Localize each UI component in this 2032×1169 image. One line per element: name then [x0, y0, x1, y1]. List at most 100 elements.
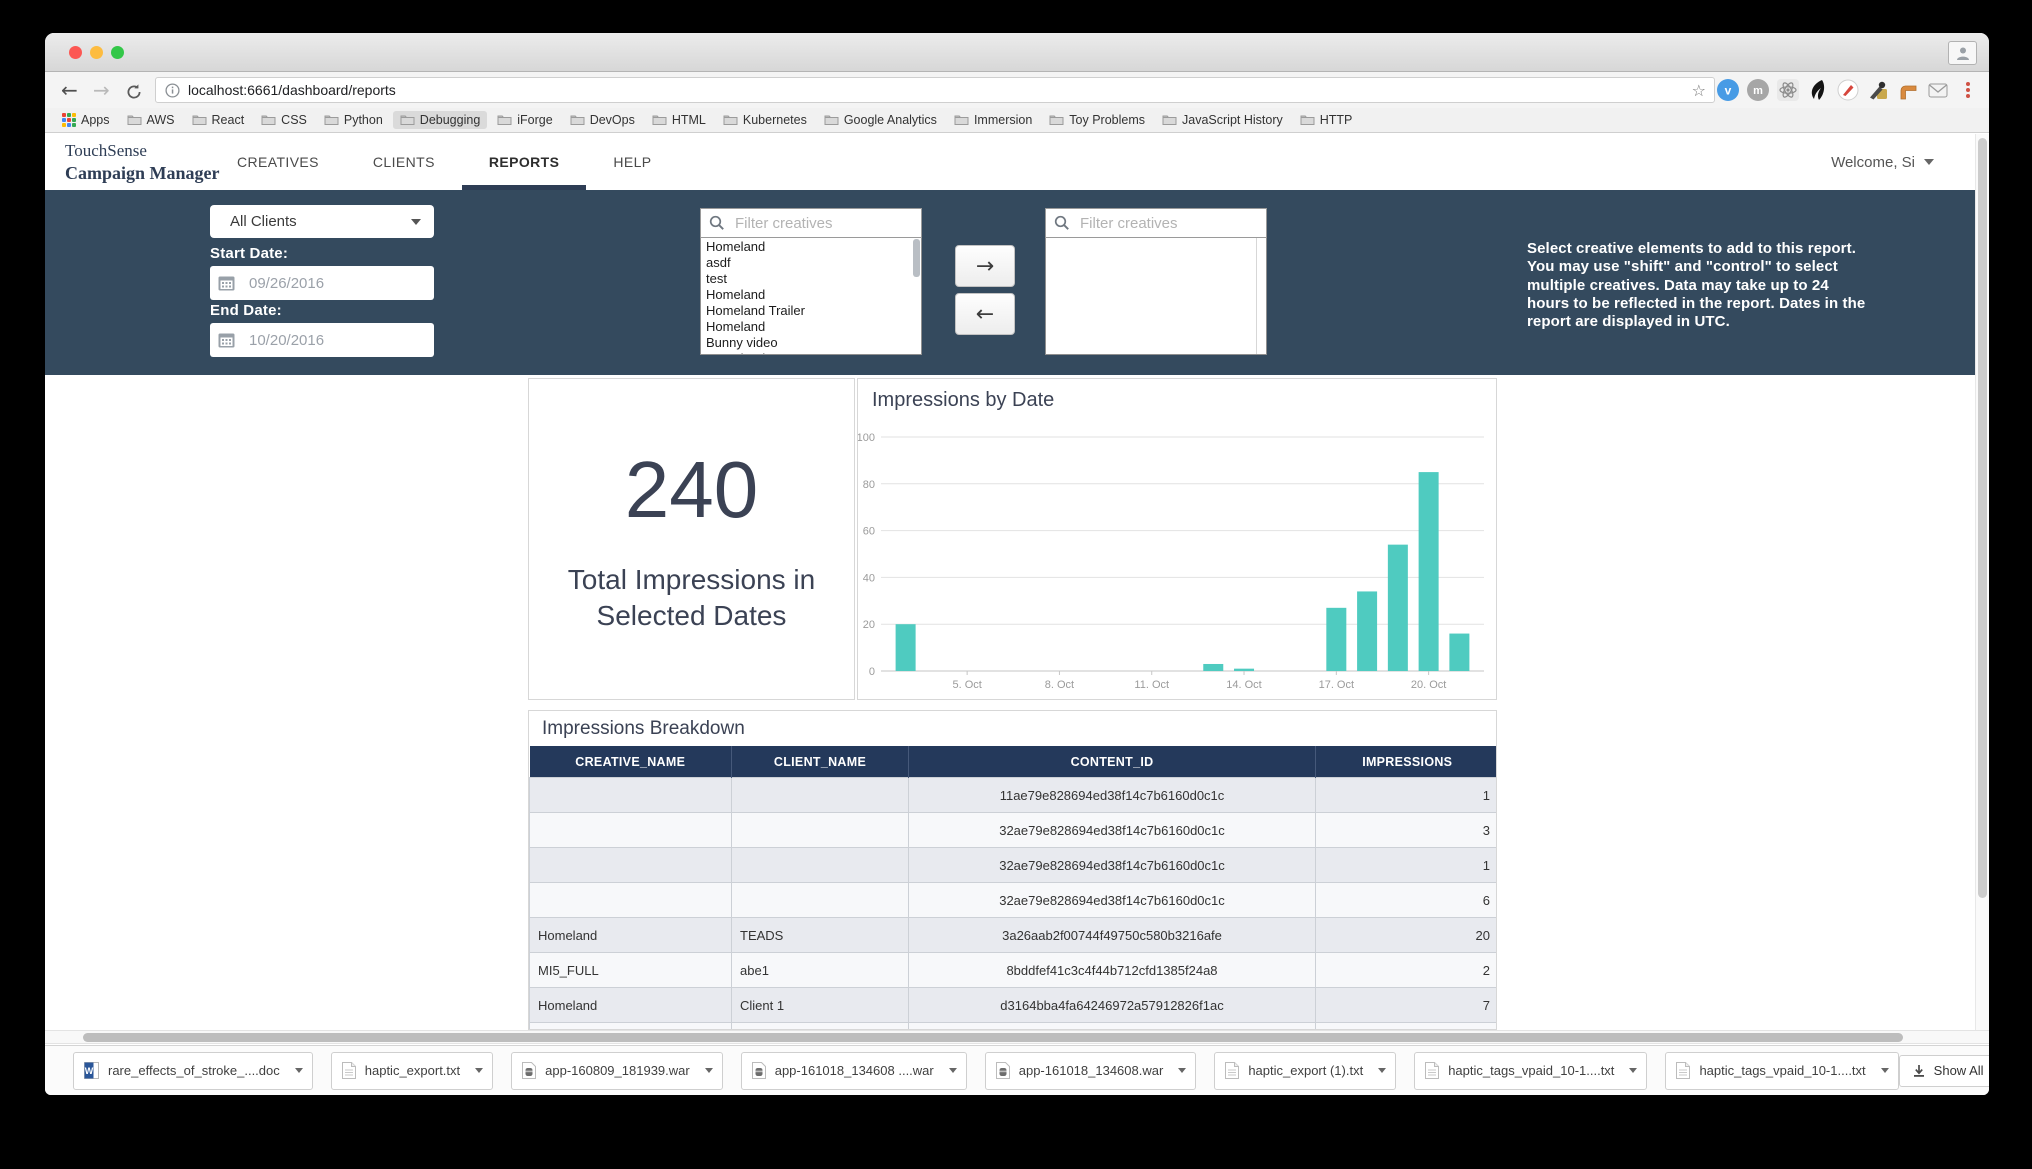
- bookmark-item[interactable]: Apps: [55, 111, 117, 129]
- instructions-text: Select creative elements to add to this …: [1527, 240, 1867, 331]
- claw-extension-icon[interactable]: [1807, 79, 1829, 101]
- bookmark-item[interactable]: CSS: [254, 111, 314, 129]
- minimize-window-button[interactable]: [90, 46, 103, 59]
- site-info-icon[interactable]: [165, 83, 180, 98]
- reload-button[interactable]: [125, 81, 143, 109]
- bookmark-item[interactable]: HTTP: [1293, 111, 1360, 129]
- creative-option[interactable]: Homeland: [701, 287, 921, 303]
- download-menu-caret[interactable]: [1627, 1064, 1639, 1077]
- eyedropper-extension-icon[interactable]: [1867, 79, 1889, 101]
- vimeo-extension-icon[interactable]: v: [1717, 79, 1739, 101]
- tab-help[interactable]: HELP: [586, 134, 678, 190]
- download-item[interactable]: Wrare_effects_of_stroke_....doc: [73, 1052, 313, 1090]
- add-creative-button[interactable]: →: [955, 245, 1015, 287]
- txt-file-icon: [1676, 1062, 1690, 1079]
- bookmark-item[interactable]: Debugging: [393, 111, 487, 129]
- creative-option[interactable]: Homeland: [701, 239, 921, 255]
- creative-option[interactable]: Homeland Trailer: [701, 303, 921, 319]
- vertical-scrollbar-thumb[interactable]: [1978, 138, 1987, 898]
- folder-icon: [1049, 114, 1064, 126]
- folder-icon: [127, 114, 142, 126]
- browser-profile-icon[interactable]: [1948, 41, 1977, 65]
- bookmark-star-icon[interactable]: ☆: [1692, 81, 1706, 100]
- tab-reports[interactable]: REPORTS: [462, 134, 586, 190]
- chart-bar: [1419, 472, 1439, 671]
- color-pen-extension-icon[interactable]: [1837, 79, 1859, 101]
- creative-option[interactable]: Homeland: [701, 351, 921, 355]
- tab-clients[interactable]: CLIENTS: [346, 134, 462, 190]
- download-item[interactable]: app-161018_134608.war: [985, 1052, 1197, 1090]
- download-menu-caret[interactable]: [703, 1064, 715, 1077]
- horizontal-scrollbar-thumb[interactable]: [83, 1033, 1903, 1042]
- forward-button[interactable]: →: [93, 76, 110, 104]
- filter-creatives-input[interactable]: [733, 214, 902, 233]
- filter-bar: All Clients Start Date: 09/26/2016 End D…: [45, 190, 1989, 375]
- chevron-down-icon: [411, 219, 421, 225]
- creative-option[interactable]: Homeland: [701, 319, 921, 335]
- download-menu-caret[interactable]: [1879, 1064, 1891, 1077]
- download-filename: app-161018_134608.war: [1019, 1063, 1164, 1078]
- cell-client-name: [732, 883, 909, 918]
- bookmark-label: React: [212, 113, 245, 127]
- bookmark-item[interactable]: JavaScript History: [1155, 111, 1290, 129]
- cell-content-id: 32ae79e828694ed38f14c7b6160d0c1c: [909, 813, 1316, 848]
- filter-creatives-input[interactable]: [1078, 214, 1247, 233]
- user-menu[interactable]: Welcome, Si: [1831, 134, 1934, 190]
- app-logo[interactable]: TouchSense Campaign Manager: [65, 140, 220, 185]
- download-item[interactable]: app-161018_134608 ....war: [741, 1052, 967, 1090]
- x-axis-tick-label: 5. Oct: [952, 679, 981, 691]
- tab-creatives[interactable]: CREATIVES: [210, 134, 346, 190]
- breakdown-title: Impressions Breakdown: [529, 711, 1496, 746]
- bookmark-item[interactable]: DevOps: [563, 111, 642, 129]
- calendar-icon: [218, 332, 235, 348]
- email-extension-icon[interactable]: [1927, 79, 1949, 101]
- download-menu-caret[interactable]: [473, 1064, 485, 1077]
- client-select[interactable]: All Clients: [210, 205, 434, 238]
- chart-bar: [1234, 669, 1254, 671]
- table-row: 32ae79e828694ed38f14c7b6160d0c1c1: [530, 848, 1498, 883]
- pipe-wrench-extension-icon[interactable]: [1897, 79, 1919, 101]
- creative-option[interactable]: asdf: [701, 255, 921, 271]
- folder-icon: [127, 114, 142, 126]
- download-item[interactable]: haptic_tags_vpaid_10-1....txt: [1414, 1052, 1647, 1090]
- creative-option[interactable]: Bunny video: [701, 335, 921, 351]
- bookmark-item[interactable]: HTML: [645, 111, 713, 129]
- close-window-button[interactable]: [69, 46, 82, 59]
- download-item[interactable]: haptic_tags_vpaid_10-1....txt: [1665, 1052, 1898, 1090]
- vertical-scrollbar[interactable]: [1975, 134, 1989, 1030]
- cell-impressions: [1316, 1023, 1498, 1031]
- bookmark-item[interactable]: Immersion: [947, 111, 1039, 129]
- download-item[interactable]: haptic_export.txt: [331, 1052, 493, 1090]
- react-devtools-extension-icon[interactable]: [1777, 79, 1799, 101]
- bookmark-item[interactable]: Python: [317, 111, 390, 129]
- end-date-input[interactable]: 10/20/2016: [210, 323, 434, 357]
- download-menu-caret[interactable]: [1176, 1064, 1188, 1077]
- bookmark-item[interactable]: iForge: [490, 111, 559, 129]
- table-row: MI5_FULLabe18bddfef41c3c4f44b712cfd1385f…: [530, 953, 1498, 988]
- cell-content-id: 3a26aab2f00744f49750c580b3216afe: [909, 918, 1316, 953]
- browser-menu-icon[interactable]: [1957, 79, 1979, 101]
- bookmark-item[interactable]: AWS: [120, 111, 182, 129]
- x-axis-tick-label: 11. Oct: [1134, 679, 1169, 691]
- bookmark-item[interactable]: Google Analytics: [817, 111, 944, 129]
- medium-extension-icon[interactable]: m: [1747, 79, 1769, 101]
- address-bar[interactable]: localhost:6661/dashboard/reports ☆: [155, 77, 1715, 103]
- creative-option[interactable]: test: [701, 271, 921, 287]
- show-all-downloads-button[interactable]: Show All: [1899, 1055, 1989, 1087]
- download-menu-caret[interactable]: [1376, 1064, 1388, 1077]
- zoom-window-button[interactable]: [111, 46, 124, 59]
- download-item[interactable]: app-160809_181939.war: [511, 1052, 723, 1090]
- cell-creative-name: MI5_FULL: [530, 953, 732, 988]
- download-menu-caret[interactable]: [947, 1064, 959, 1077]
- bookmark-item[interactable]: Kubernetes: [716, 111, 814, 129]
- back-button[interactable]: ←: [61, 76, 78, 104]
- download-item[interactable]: haptic_export (1).txt: [1214, 1052, 1396, 1090]
- horizontal-scrollbar[interactable]: [45, 1030, 1989, 1044]
- start-date-input[interactable]: 09/26/2016: [210, 266, 434, 300]
- download-menu-caret[interactable]: [293, 1064, 305, 1077]
- bookmark-item[interactable]: Toy Problems: [1042, 111, 1152, 129]
- remove-creative-button[interactable]: ←: [955, 293, 1015, 335]
- bookmark-item[interactable]: React: [185, 111, 252, 129]
- list-scrollbar[interactable]: [913, 239, 920, 277]
- bookmark-label: Immersion: [974, 113, 1032, 127]
